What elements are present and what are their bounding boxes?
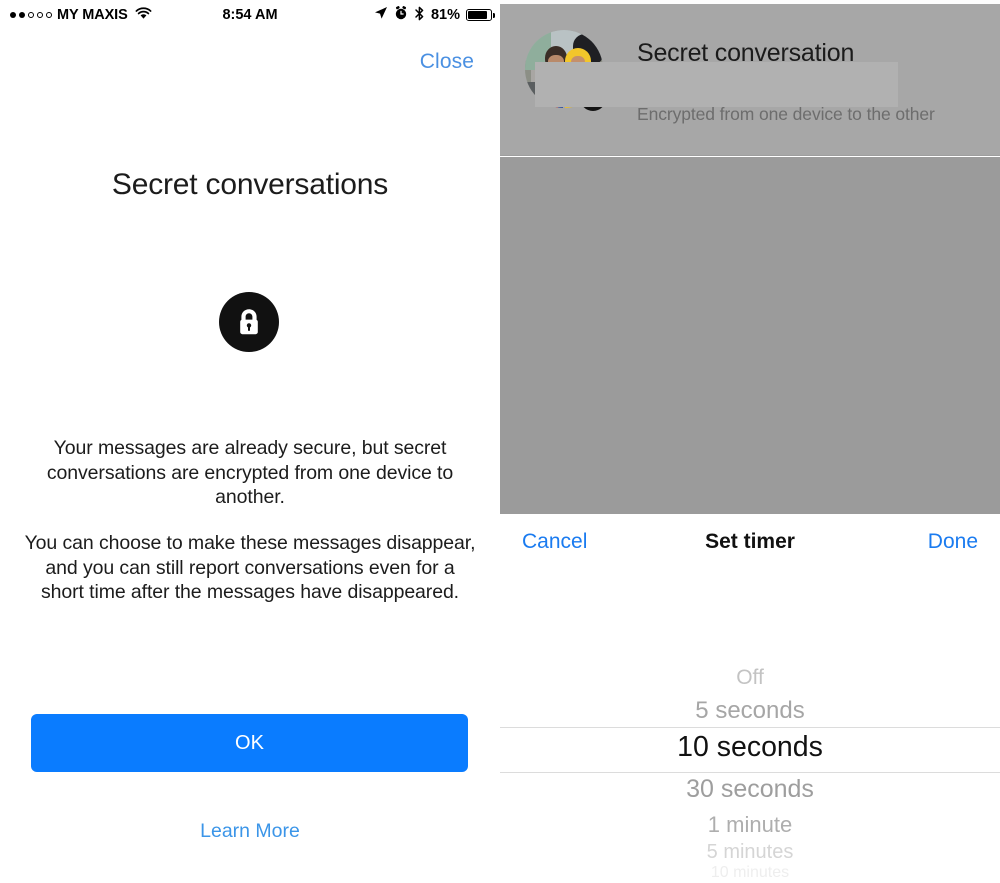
secret-conversation-timer-panel: Secret conversation Encrypted from one d… xyxy=(500,0,1000,883)
picker-option[interactable]: 5 minutes xyxy=(500,841,1000,864)
alarm-clock-icon xyxy=(394,6,408,24)
secret-conversations-intro-panel: MY MAXIS 8:54 AM 81% Close Secret conver… xyxy=(0,0,500,883)
intro-paragraph-1: Your messages are already secure, but se… xyxy=(46,437,454,508)
intro-paragraph-2: You can choose to make these messages di… xyxy=(24,532,476,603)
bluetooth-icon xyxy=(414,6,425,25)
battery-percent-label: 81% xyxy=(430,7,460,23)
close-button[interactable]: Close xyxy=(420,50,474,74)
padlock-icon xyxy=(219,292,279,352)
page-title: Secret conversations xyxy=(111,168,389,201)
timer-picker-wheel[interactable]: Off 5 seconds 10 seconds 30 seconds 1 mi… xyxy=(500,572,1000,883)
redaction-overlay xyxy=(535,62,898,107)
picker-option[interactable]: Off xyxy=(500,666,1000,690)
picker-option[interactable]: 1 minute xyxy=(500,812,1000,838)
battery-full-icon xyxy=(466,9,495,21)
picker-option[interactable]: 30 seconds xyxy=(500,775,1000,804)
picker-toolbar: Cancel Set timer Done xyxy=(500,514,1000,572)
conversation-header[interactable]: Secret conversation Encrypted from one d… xyxy=(500,4,1000,156)
conversation-subtitle: Encrypted from one device to the other xyxy=(637,104,935,124)
ok-button[interactable]: OK xyxy=(31,714,468,772)
picker-selection-separator-top xyxy=(500,727,1000,728)
learn-more-link[interactable]: Learn More xyxy=(0,820,500,843)
status-bar: MY MAXIS 8:54 AM 81% xyxy=(0,0,500,30)
picker-title: Set timer xyxy=(705,530,795,553)
picker-option[interactable]: 10 minutes xyxy=(500,864,1000,882)
picker-option[interactable]: 5 seconds xyxy=(500,697,1000,725)
screenshot-root: MY MAXIS 8:54 AM 81% Close Secret conver… xyxy=(0,0,1000,883)
done-button[interactable]: Done xyxy=(928,530,978,554)
picker-selection-separator-bottom xyxy=(500,772,1000,773)
status-bar-right: 81% xyxy=(374,6,495,25)
picker-option-selected[interactable]: 10 seconds xyxy=(500,731,1000,764)
set-timer-sheet: Cancel Set timer Done Off 5 seconds 10 s… xyxy=(500,514,1000,883)
dimmed-message-thread xyxy=(500,157,1000,514)
location-arrow-icon xyxy=(374,6,388,24)
